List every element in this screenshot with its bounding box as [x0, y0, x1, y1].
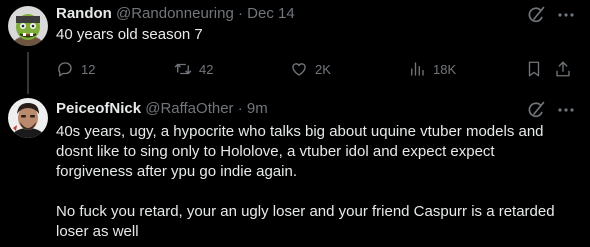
reply-button[interactable]: 12	[56, 59, 95, 79]
heart-icon	[292, 63, 306, 76]
views-button[interactable]: 18K	[408, 59, 456, 79]
handle[interactable]: @Randonneuring	[116, 5, 234, 22]
timestamp[interactable]: Dec 14	[247, 5, 295, 22]
retweet-button[interactable]: 42	[174, 59, 213, 79]
tweet-header: Randon @Randonneuring · Dec 14	[56, 4, 295, 24]
display-name[interactable]: Randon	[56, 5, 112, 22]
share-button[interactable]	[554, 59, 572, 79]
view-count: 18K	[433, 61, 457, 77]
like-count: 2K	[315, 61, 331, 77]
more-icon[interactable]	[556, 5, 576, 25]
grok-icon[interactable]	[526, 5, 546, 25]
timestamp[interactable]: 9m	[247, 100, 268, 117]
share-icon	[556, 61, 570, 77]
separator-dot: ·	[237, 100, 243, 117]
tweet-header: PeiceofNick @RaffaOther · 9m	[56, 99, 268, 119]
views-icon	[411, 62, 424, 76]
tweet-actions: 12 42 2K 18K	[56, 59, 576, 79]
bookmark-button[interactable]	[525, 59, 543, 79]
thread-connector-line	[27, 52, 29, 94]
display-name[interactable]: PeiceofNick	[56, 100, 141, 117]
retweet-icon	[174, 63, 192, 75]
more-icon[interactable]	[556, 100, 576, 120]
grok-icon[interactable]	[526, 100, 546, 120]
reply-icon	[58, 62, 72, 77]
like-button[interactable]: 2K	[290, 59, 331, 79]
bookmark-icon	[528, 61, 540, 77]
separator-dot: ·	[237, 5, 243, 22]
avatar-peiceofnick[interactable]	[8, 98, 48, 138]
retweet-count: 42	[199, 61, 214, 77]
handle[interactable]: @RaffaOther	[145, 100, 233, 117]
reply-count: 12	[81, 61, 96, 77]
avatar-randon[interactable]	[8, 6, 48, 46]
tweet-text: 40s years, ugy, a hypocrite who talks bi…	[56, 123, 555, 240]
tweet-text: 40 years old season 7	[56, 26, 203, 43]
